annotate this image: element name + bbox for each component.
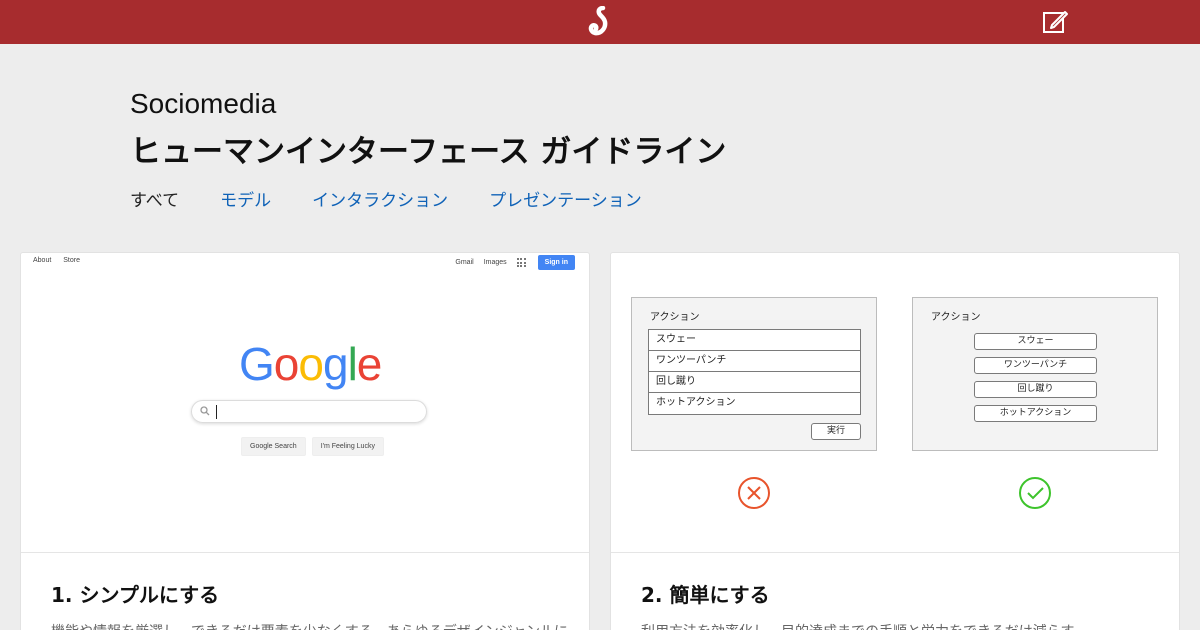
mock-search-buttons: Google Search I'm Feeling Lucky	[241, 437, 390, 456]
guideline-card-easy[interactable]: アクション スウェー ワンツーパンチ 回し蹴り ホットアクション 実行 アクショ…	[610, 252, 1180, 630]
guideline-card-simple[interactable]: About Store Gmail Images Sign in Google …	[20, 252, 590, 630]
card-description: 機能や情報を厳選し、できるだけ要素を少なくする。あらゆるデザインジャンルに	[51, 621, 568, 630]
check-circle-icon	[1019, 477, 1051, 509]
nav-item-interaction[interactable]: インタラクション	[312, 186, 448, 211]
action-list: スウェー ワンツーパンチ 回し蹴り ホットアクション	[648, 329, 861, 415]
panel-title: アクション	[650, 312, 700, 323]
action-button: ワンツーパンチ	[974, 357, 1097, 374]
mock-top-left-links: About Store	[33, 257, 90, 264]
mock-gmail-link: Gmail	[455, 259, 474, 266]
card-title: 2. 簡単にする	[641, 583, 770, 607]
page-title: ヒューマンインターフェース ガイドライン	[130, 134, 727, 170]
nav-item-all[interactable]: すべて	[130, 186, 179, 211]
text-caret	[216, 405, 217, 419]
top-bar	[0, 0, 1200, 44]
list-item: 回し蹴り	[649, 372, 860, 393]
list-item: ホットアクション	[656, 397, 736, 408]
sociomedia-logo[interactable]	[586, 6, 614, 38]
logo-letter: G	[239, 338, 275, 390]
mock-top-right-links: Gmail Images Sign in	[445, 255, 575, 270]
mock-signin-button: Sign in	[537, 255, 575, 270]
google-logo: Google	[239, 337, 383, 391]
card-title: 1. シンプルにする	[51, 583, 220, 607]
mock-google-search-button: Google Search	[241, 437, 306, 456]
apps-grid-icon	[516, 258, 526, 267]
card-thumbnail: アクション スウェー ワンツーパンチ 回し蹴り ホットアクション 実行 アクショ…	[611, 253, 1179, 553]
action-button: 回し蹴り	[974, 381, 1097, 398]
cross-circle-icon	[738, 477, 770, 509]
mock-about-link: About	[33, 257, 52, 264]
nav-item-model[interactable]: モデル	[220, 186, 271, 211]
action-button: ホットアクション	[974, 405, 1097, 422]
card-thumbnail: About Store Gmail Images Sign in Google …	[21, 253, 589, 553]
bad-example-panel: アクション スウェー ワンツーパンチ 回し蹴り ホットアクション 実行	[631, 297, 877, 451]
category-nav: すべて モデル インタラクション プレゼンテーション	[130, 186, 683, 211]
logo-letter: l	[347, 338, 358, 390]
edit-note-icon[interactable]	[1040, 7, 1070, 37]
nav-item-presentation[interactable]: プレゼンテーション	[489, 186, 642, 211]
logo-letter: o	[273, 338, 300, 390]
mock-feeling-lucky-button: I'm Feeling Lucky	[311, 437, 384, 456]
site-brand: Sociomedia	[130, 88, 277, 119]
search-icon	[200, 406, 210, 416]
action-button: スウェー	[974, 333, 1097, 350]
panel-title: アクション	[931, 312, 981, 323]
list-item: スウェー	[649, 330, 860, 351]
card-description: 利用方法を効率化し、目的達成までの手順と労力をできるだけ減らす。	[641, 621, 1087, 630]
mock-images-link: Images	[483, 259, 507, 266]
list-item: ワンツーパンチ	[649, 351, 860, 372]
good-example-panel: アクション スウェー ワンツーパンチ 回し蹴り ホットアクション	[912, 297, 1158, 451]
execute-button: 実行	[811, 423, 861, 440]
mock-search-box	[191, 400, 427, 423]
logo-letter: o	[298, 338, 324, 390]
logo-letter: g	[322, 338, 349, 390]
mock-store-link: Store	[63, 257, 80, 264]
logo-letter: e	[356, 338, 383, 390]
